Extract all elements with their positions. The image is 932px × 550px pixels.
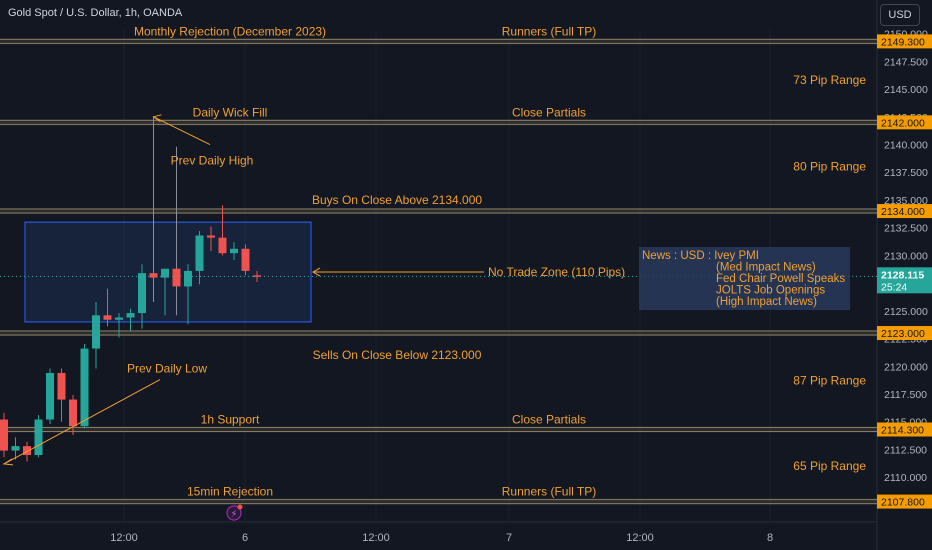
level-price-label: 2123.000 — [881, 328, 925, 340]
range-73-label: 73 Pip Range — [793, 73, 866, 87]
level-price-label: 2114.300 — [881, 425, 924, 437]
x-tick-label: 6 — [242, 532, 248, 544]
candle-body — [69, 399, 77, 427]
y-tick-label: 2132.500 — [884, 223, 928, 235]
currency-button[interactable]: USD — [880, 4, 920, 26]
level-left-text: Daily Wick Fill — [193, 105, 268, 119]
candle-body — [92, 315, 100, 349]
y-tick-label: 2110.000 — [884, 472, 927, 484]
candle-body — [46, 372, 54, 420]
range-80-label: 80 Pip Range — [793, 160, 866, 174]
news-line: Fed Chair Powell Speaks — [716, 273, 845, 285]
buys-label: Buys On Close Above 2134.000 — [312, 193, 482, 207]
x-tick-label: 7 — [506, 532, 512, 544]
y-tick-label: 2117.500 — [884, 389, 927, 401]
candle-body — [126, 313, 135, 318]
candle-body — [115, 317, 123, 320]
range-87-label: 87 Pip Range — [793, 374, 866, 388]
candle-body — [195, 235, 204, 271]
level-left-text: Monthly Rejection (December 2023) — [134, 24, 326, 38]
chart-title: Gold Spot / U.S. Dollar, 1h, OANDA — [8, 7, 183, 19]
candle-body — [218, 237, 227, 254]
range-65-label: 65 Pip Range — [793, 459, 866, 473]
candle-body — [253, 275, 261, 277]
y-tick-label: 2140.000 — [884, 140, 928, 152]
event-dot — [237, 504, 243, 510]
candle-body — [149, 273, 158, 278]
level-price-label: 2149.300 — [881, 36, 925, 48]
candle-body — [161, 268, 169, 278]
x-tick-label: 12:00 — [362, 532, 390, 544]
x-tick-label: 12:00 — [626, 532, 654, 544]
y-tick-label: 2147.500 — [884, 56, 928, 68]
level-right-text: Close Partials — [512, 105, 586, 119]
level-price-label: 2142.000 — [881, 117, 925, 129]
y-tick-label: 2137.500 — [884, 167, 928, 179]
candle-body — [80, 348, 89, 427]
news-line: (Med Impact News) — [716, 262, 816, 274]
y-tick-label: 2130.000 — [884, 250, 928, 262]
y-tick-label: 2112.500 — [884, 444, 927, 456]
chart-area[interactable]: 2150.0002147.5002145.0002142.5002140.000… — [0, 0, 932, 550]
candle-body — [230, 248, 238, 254]
level-left-text: 1h Support — [201, 413, 260, 427]
candle-body — [0, 419, 8, 451]
candle-body — [138, 273, 146, 314]
prev-low-label: Prev Daily Low — [127, 362, 207, 376]
candle-body — [23, 446, 31, 456]
y-tick-label: 2145.000 — [884, 84, 928, 96]
current-price-value: 2128.115 — [881, 269, 924, 281]
lightning-icon: ⚡ — [230, 509, 237, 520]
news-line: JOLTS Job Openings — [716, 285, 825, 297]
y-tick-label: 2125.000 — [884, 306, 928, 318]
no-trade-label: No Trade Zone (110 Pips) — [488, 265, 625, 279]
candle-body — [103, 315, 112, 320]
level-left-text: 15min Rejection — [187, 485, 273, 499]
y-tick-label: 2120.000 — [884, 361, 928, 373]
candle-body — [172, 268, 181, 287]
candle-body — [11, 446, 20, 451]
candle-body — [184, 270, 192, 287]
candle-body — [57, 372, 66, 400]
level-price-label: 2134.000 — [881, 206, 925, 218]
level-right-text: Runners (Full TP) — [502, 24, 596, 38]
news-line: News : USD : Ivey PMI — [642, 250, 759, 262]
sells-label: Sells On Close Below 2123.000 — [313, 348, 482, 362]
x-tick-label: 8 — [767, 532, 773, 544]
news-line: (High Impact News) — [716, 296, 817, 308]
countdown: 25:24 — [881, 281, 907, 293]
level-right-text: Runners (Full TP) — [502, 485, 596, 499]
prev-high-label: Prev Daily High — [171, 154, 254, 168]
level-price-label: 2107.800 — [881, 497, 925, 509]
candle-body — [241, 248, 250, 271]
candle-body — [34, 419, 43, 456]
level-right-text: Close Partials — [512, 413, 586, 427]
candle-body — [207, 235, 215, 238]
x-tick-label: 12:00 — [110, 532, 138, 544]
